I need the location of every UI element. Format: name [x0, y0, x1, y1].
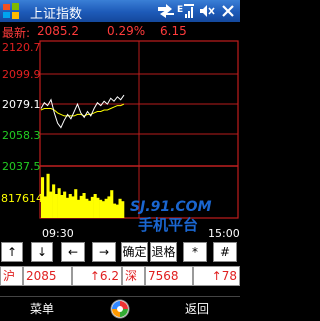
app-logo-icon[interactable] [109, 298, 131, 320]
volume-bar [115, 204, 119, 218]
backspace-button[interactable]: 退格 [150, 242, 177, 262]
time-label-start: 09:30 [42, 227, 74, 238]
volume-bar [77, 199, 81, 218]
volume-bars [41, 173, 125, 218]
up-button[interactable]: ↑ [1, 242, 23, 262]
volume-bar [93, 194, 97, 218]
latest-price: 2085.2 [37, 24, 79, 38]
volume-bar [99, 199, 103, 218]
price-label-2: 2099.9 [2, 68, 41, 81]
left-button[interactable]: ← [61, 242, 85, 262]
intraday-chart[interactable]: 2120.7 2099.9 2079.1 2058.3 2037.5 81761… [0, 40, 240, 238]
svg-text:E: E [177, 5, 183, 15]
volume-label: 817614 [1, 192, 43, 205]
app-title: 上证指数 [30, 7, 83, 22]
volume-bar [68, 194, 72, 218]
volume-bar [101, 201, 105, 218]
watermark-text: 手机平台 [138, 216, 198, 234]
right-button[interactable]: → [92, 242, 116, 262]
market-sh-value: 2085 [23, 266, 72, 286]
menu-softkey[interactable]: 菜单 [30, 300, 54, 317]
volume-bar [63, 191, 67, 218]
chart-grid [40, 41, 238, 218]
down-button[interactable]: ↓ [31, 242, 53, 262]
signal-icon[interactable]: E [176, 3, 196, 19]
market-sz-label: 深 [122, 266, 145, 286]
volume-bar [71, 196, 75, 218]
market-sz-change: ↑78 [193, 266, 240, 286]
volume-bar [49, 191, 53, 218]
volume-bar [121, 201, 125, 218]
volume-bar [96, 197, 100, 218]
market-sh-label: 沪 [0, 266, 23, 286]
volume-bar [104, 198, 108, 218]
volume-bar [41, 177, 45, 218]
volume-bar [82, 193, 86, 218]
latest-label: 最新: [2, 26, 31, 40]
star-button[interactable]: * [183, 242, 207, 262]
volume-bar [85, 198, 89, 218]
volume-bar [46, 173, 50, 218]
time-label-end: 15:00 [208, 227, 240, 238]
hash-button[interactable]: # [213, 242, 237, 262]
change-value: 6.15 [160, 24, 187, 38]
volume-bar [79, 195, 83, 218]
title-bar: 上证指数 E [0, 0, 240, 22]
confirm-button[interactable]: 确定 [121, 242, 148, 262]
volume-bar [112, 203, 116, 218]
volume-bar [107, 196, 111, 218]
softkey-bar: 菜单 返回 [0, 296, 240, 321]
volume-bar [60, 195, 64, 218]
volume-bar [43, 196, 47, 218]
price-label-4: 2058.3 [2, 129, 41, 142]
quote-info-bar: 最新: 2085.2 0.29% 6.15 [0, 22, 240, 40]
volume-bar [88, 200, 92, 218]
volume-mute-icon[interactable] [198, 3, 216, 19]
volume-bar [74, 189, 78, 218]
volume-bar [110, 190, 114, 218]
price-line [40, 94, 125, 129]
volume-bar [65, 197, 69, 218]
volume-bar [90, 196, 94, 218]
price-label-3: 2079.1 [2, 98, 41, 111]
network-icon[interactable] [156, 3, 176, 19]
windows-start-icon[interactable] [2, 2, 20, 20]
keypad-row: ↑ ↓ ← → 确定 退格 * # [0, 242, 240, 264]
close-icon[interactable] [220, 3, 236, 19]
market-sh-change: ↑6.2 [72, 266, 122, 286]
back-softkey[interactable]: 返回 [185, 300, 209, 317]
price-label-1: 2120.7 [2, 41, 41, 54]
watermark-brand: SJ.91.COM [130, 199, 212, 215]
market-status-row: 沪 2085 ↑6.2 深 7568 ↑78 [0, 266, 240, 286]
market-sz-value: 7568 [145, 266, 193, 286]
volume-bar [54, 194, 58, 218]
change-percent: 0.29% [107, 24, 146, 38]
volume-bar [57, 188, 61, 218]
price-label-5: 2037.5 [2, 160, 41, 173]
volume-bar [118, 198, 122, 218]
volume-bar [52, 184, 56, 218]
